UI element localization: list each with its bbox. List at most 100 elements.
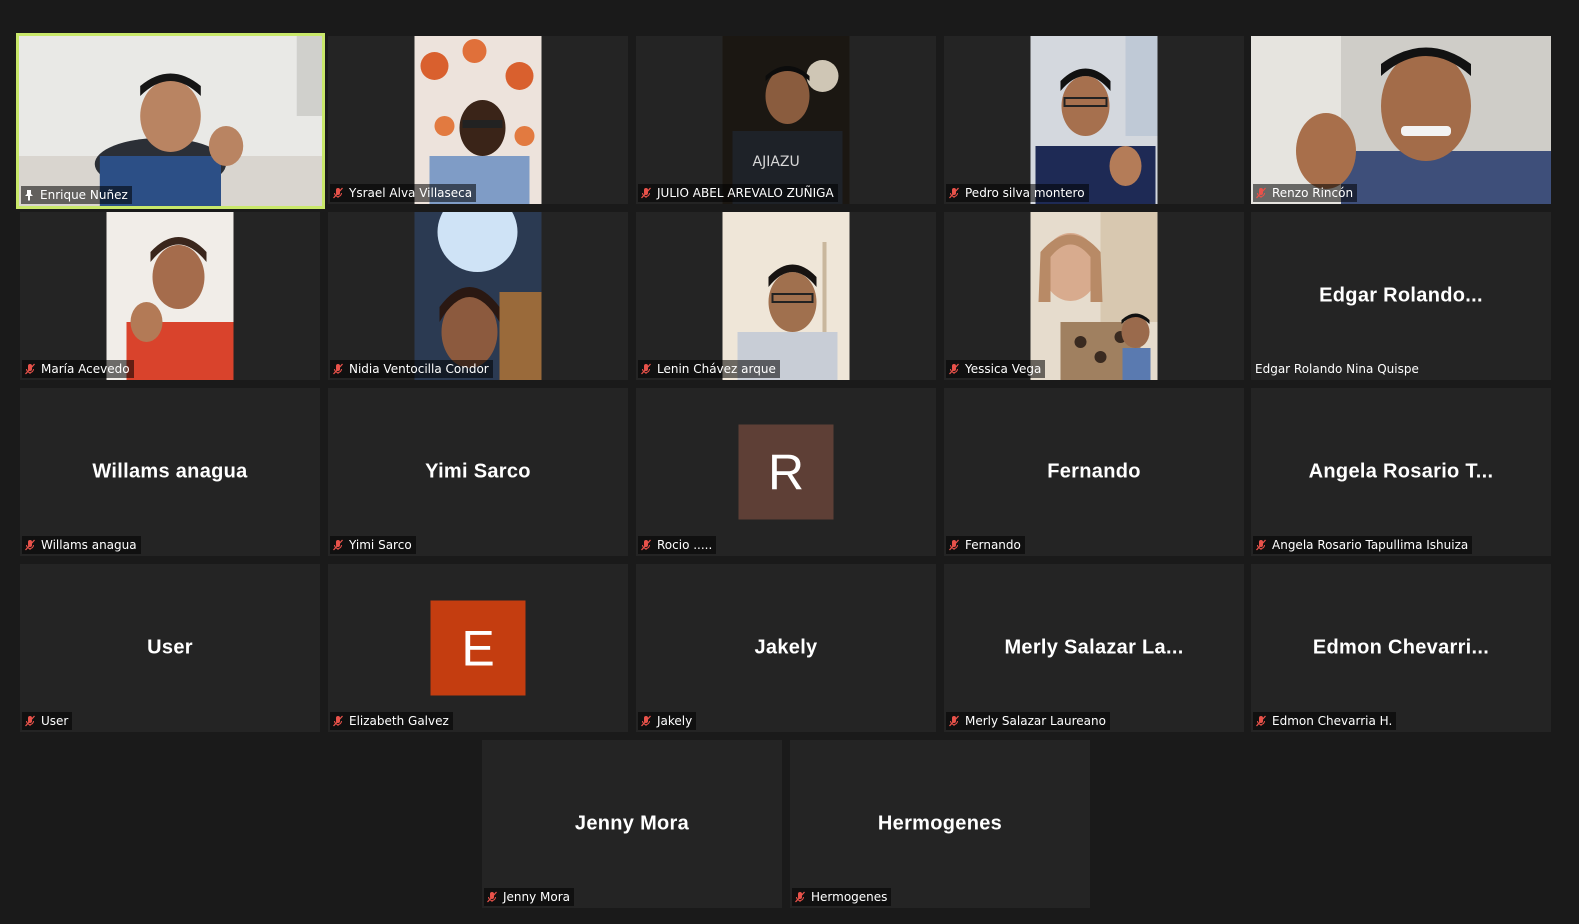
- participant-name: Edgar Rolando Nina Quispe: [1255, 362, 1419, 376]
- participant-label: Fernando: [946, 536, 1025, 554]
- video-tile-nidia[interactable]: Nidia Ventocilla Condor: [328, 212, 628, 380]
- participant-name: Renzo Rincón: [1272, 186, 1354, 200]
- participant-name: Enrique Nuñez: [40, 188, 128, 202]
- participant-label: Ysrael Alva Villaseca: [330, 184, 477, 202]
- participant-name: Pedro silva montero: [965, 186, 1085, 200]
- mic-muted-icon: [333, 363, 343, 375]
- participant-video: AJIAZU: [722, 36, 850, 204]
- participant-name: Ysrael Alva Villaseca: [349, 186, 473, 200]
- video-tile-hermogenes[interactable]: Hermogenes Hermogenes: [790, 740, 1090, 908]
- participant-name: Yimi Sarco: [349, 538, 412, 552]
- video-tile-yimi[interactable]: Yimi Sarco Yimi Sarco: [328, 388, 628, 556]
- participant-display-name: Merly Salazar La...: [1004, 636, 1184, 659]
- participant-label: Renzo Rincón: [1253, 184, 1358, 202]
- participant-name: Nidia Ventocilla Condor: [349, 362, 489, 376]
- participant-video: [414, 212, 542, 380]
- video-tile-willams[interactable]: Willams anagua Willams anagua: [20, 388, 320, 556]
- participant-label: Edmon Chevarria H.: [1253, 712, 1397, 730]
- video-tile-julio[interactable]: AJIAZU JULIO ABEL AREVALO ZUÑIGA: [636, 36, 936, 204]
- video-tile-ysrael[interactable]: Ysrael Alva Villaseca: [328, 36, 628, 204]
- participant-display-name: Edgar Rolando...: [1319, 284, 1483, 307]
- participant-name: Jakely: [657, 714, 693, 728]
- participant-label: Willams anagua: [22, 536, 141, 554]
- video-tile-pedro[interactable]: Pedro silva montero: [944, 36, 1244, 204]
- participant-label: Rocio .....: [638, 536, 717, 554]
- avatar: R: [738, 424, 834, 520]
- mic-muted-icon: [1256, 539, 1266, 551]
- participant-name: Hermogenes: [811, 890, 888, 904]
- video-tile-rocio[interactable]: R Rocio .....: [636, 388, 936, 556]
- participant-label: JULIO ABEL AREVALO ZUÑIGA: [638, 184, 838, 202]
- video-tile-angela[interactable]: Angela Rosario T... Angela Rosario Tapul…: [1251, 388, 1551, 556]
- participant-display-name: Jakely: [754, 636, 818, 659]
- video-tile-enrique[interactable]: Enrique Nuñez: [16, 33, 325, 209]
- avatar: E: [430, 600, 526, 696]
- participant-name: Lenin Chávez arque: [657, 362, 776, 376]
- participant-name: Rocio .....: [657, 538, 713, 552]
- mic-muted-icon: [25, 539, 35, 551]
- video-tile-lenin[interactable]: Lenin Chávez arque: [636, 212, 936, 380]
- video-tile-maria[interactable]: María Acevedo: [20, 212, 320, 380]
- video-tile-edgar[interactable]: Edgar Rolando... Edgar Rolando Nina Quis…: [1251, 212, 1551, 380]
- participant-label: María Acevedo: [22, 360, 134, 378]
- participant-name: Jenny Mora: [503, 890, 571, 904]
- mic-muted-icon: [333, 187, 343, 199]
- pin-icon: [25, 190, 33, 201]
- participant-name: JULIO ABEL AREVALO ZUÑIGA: [657, 186, 834, 200]
- mic-muted-icon: [795, 891, 805, 903]
- participant-video: [414, 36, 542, 204]
- mic-muted-icon: [25, 363, 35, 375]
- participant-video: [19, 36, 322, 206]
- mic-muted-icon: [25, 715, 35, 727]
- participant-label: Enrique Nuñez: [21, 186, 132, 204]
- participant-label: Angela Rosario Tapullima Ishuiza: [1253, 536, 1473, 554]
- participant-label: Jenny Mora: [484, 888, 575, 906]
- video-tile-edmon[interactable]: Edmon Chevarri... Edmon Chevarria H.: [1251, 564, 1551, 732]
- mic-muted-icon: [333, 715, 343, 727]
- participant-label: Edgar Rolando Nina Quispe: [1253, 360, 1423, 378]
- participant-label: Merly Salazar Laureano: [946, 712, 1110, 730]
- video-tile-jenny[interactable]: Jenny Mora Jenny Mora: [482, 740, 782, 908]
- mic-muted-icon: [949, 539, 959, 551]
- participant-video: [1251, 36, 1551, 204]
- video-tile-renzo[interactable]: Renzo Rincón: [1251, 36, 1551, 204]
- participant-video: [722, 212, 850, 380]
- participant-video: [1030, 212, 1158, 380]
- participant-video: [1030, 36, 1158, 204]
- mic-muted-icon: [333, 539, 343, 551]
- participant-display-name: Yimi Sarco: [425, 460, 531, 483]
- video-tile-user[interactable]: User User: [20, 564, 320, 732]
- video-tile-merly[interactable]: Merly Salazar La... Merly Salazar Laurea…: [944, 564, 1244, 732]
- participant-display-name: Edmon Chevarri...: [1312, 636, 1490, 659]
- participant-name: Angela Rosario Tapullima Ishuiza: [1272, 538, 1469, 552]
- participant-label: Nidia Ventocilla Condor: [330, 360, 493, 378]
- participant-name: Willams anagua: [41, 538, 137, 552]
- participant-name: María Acevedo: [41, 362, 130, 376]
- participant-label: Yimi Sarco: [330, 536, 416, 554]
- mic-muted-icon: [641, 363, 651, 375]
- participant-label: Yessica Vega: [946, 360, 1046, 378]
- mic-muted-icon: [641, 715, 651, 727]
- participant-display-name: Fernando: [1047, 460, 1141, 483]
- participant-display-name: Hermogenes: [877, 812, 1003, 835]
- participant-name: Fernando: [965, 538, 1021, 552]
- gallery-view: Enrique Nuñez Ysrael Alva Villaseca AJIA…: [0, 0, 1579, 924]
- participant-video: [106, 212, 234, 380]
- participant-label: Elizabeth Galvez: [330, 712, 453, 730]
- svg-text:AJIAZU: AJIAZU: [753, 154, 800, 170]
- video-tile-elizabeth[interactable]: E Elizabeth Galvez: [328, 564, 628, 732]
- mic-muted-icon: [487, 891, 497, 903]
- video-tile-fernando[interactable]: Fernando Fernando: [944, 388, 1244, 556]
- participant-name: Merly Salazar Laureano: [965, 714, 1106, 728]
- participant-display-name: Jenny Mora: [574, 812, 690, 835]
- participant-label: Hermogenes: [792, 888, 892, 906]
- mic-muted-icon: [949, 715, 959, 727]
- participant-name: Edmon Chevarria H.: [1272, 714, 1393, 728]
- mic-muted-icon: [641, 187, 651, 199]
- video-tile-yessica[interactable]: Yessica Vega: [944, 212, 1244, 380]
- participant-label: Pedro silva montero: [946, 184, 1089, 202]
- participant-label: User: [22, 712, 73, 730]
- video-tile-jakely[interactable]: Jakely Jakely: [636, 564, 936, 732]
- participant-display-name: Willams anagua: [92, 460, 248, 483]
- mic-muted-icon: [1256, 715, 1266, 727]
